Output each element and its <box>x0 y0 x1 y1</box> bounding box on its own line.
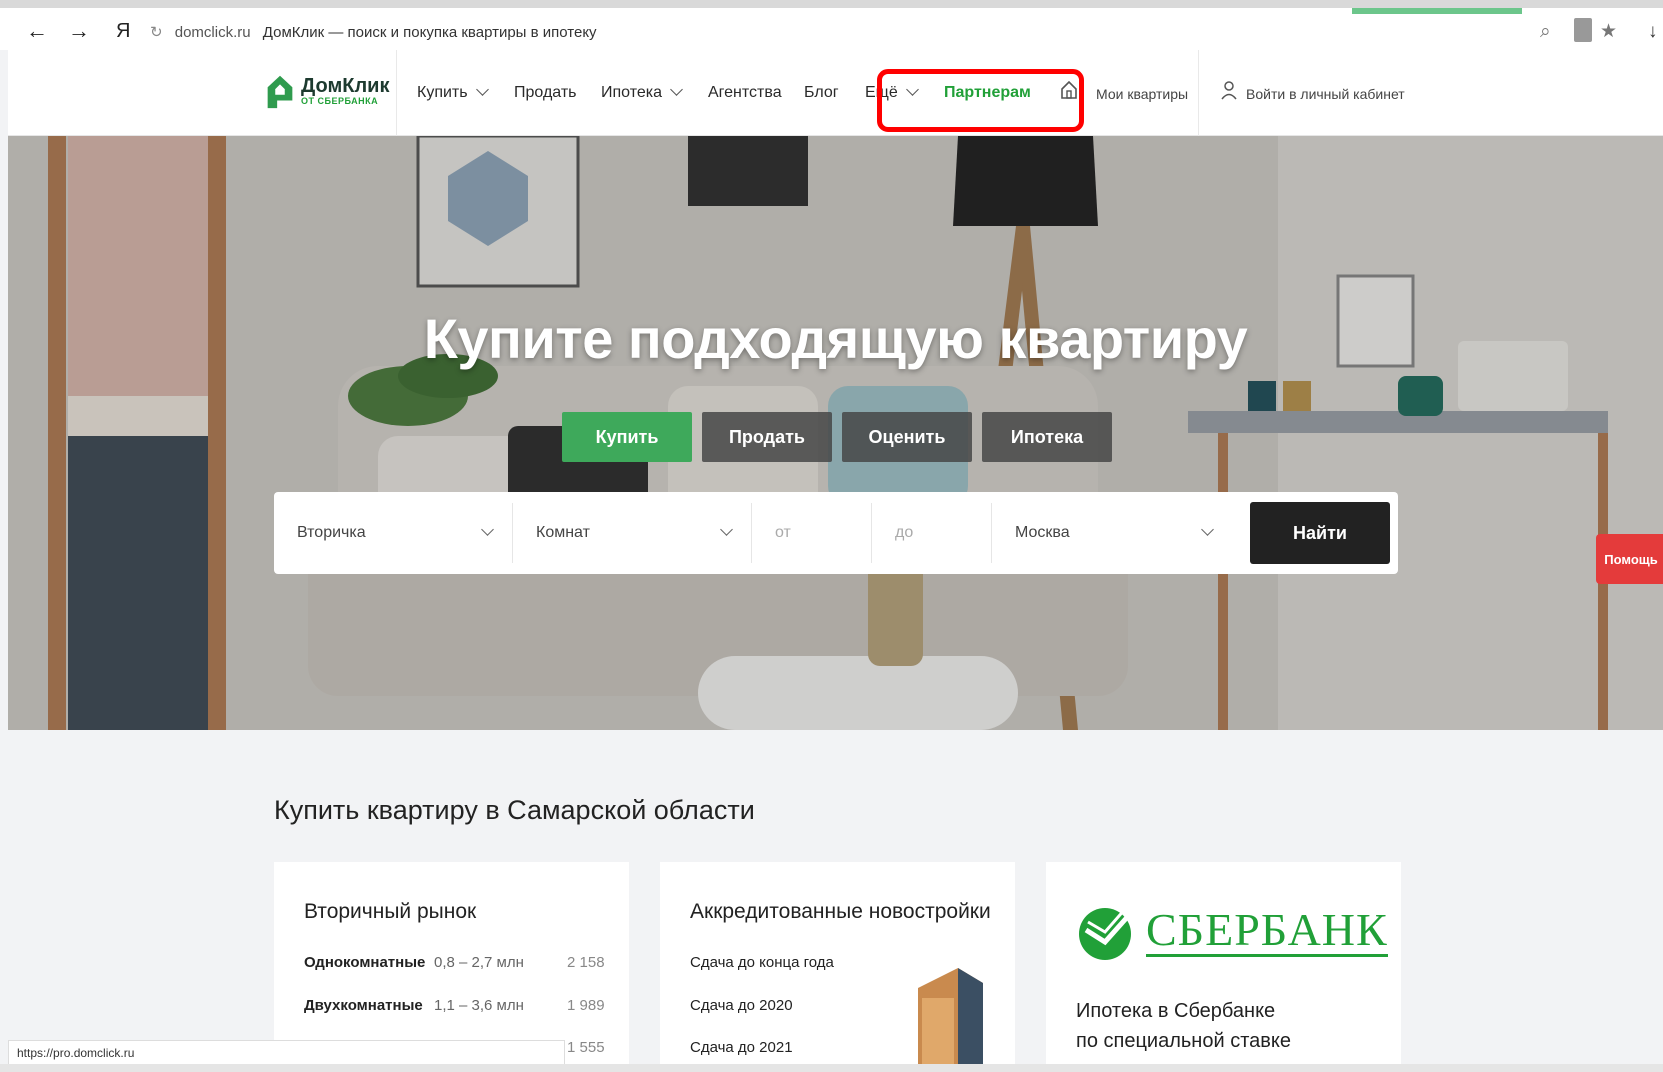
house-logo-icon <box>267 75 293 109</box>
chevron-down-icon <box>475 83 489 96</box>
chevron-down-icon <box>670 83 683 96</box>
chevron-down-icon <box>1201 523 1214 536</box>
card-title: Аккредитованные новостройки <box>690 900 991 923</box>
tab-sell[interactable]: Продать <box>702 412 832 462</box>
sberbank-logo: СБЕРБАНК <box>1078 900 1388 962</box>
row-count: 1 555 <box>567 1039 605 1056</box>
list-item[interactable]: Сдача до 2020 <box>690 997 793 1014</box>
header-divider <box>1198 50 1199 136</box>
nav-buy-label: Купить <box>417 84 468 101</box>
sberbank-promo-card[interactable]: СБЕРБАНК Ипотека в Сбербанке по специаль… <box>1046 862 1401 1072</box>
find-button[interactable]: Найти <box>1250 502 1390 564</box>
address-domain: domclick.ru <box>174 24 251 41</box>
row-label: Двухкомнатные <box>304 997 423 1014</box>
address-page-title: ДомКлик — поиск и покупка квартиры в ипо… <box>262 24 597 41</box>
download-icon[interactable]: ↓ <box>1648 20 1658 44</box>
taskbar-strip <box>0 1064 1663 1072</box>
address-bar[interactable]: ↻ domclick.ru ДомКлик — поиск и покупка … <box>150 20 1520 46</box>
row-count: 1 989 <box>567 997 605 1014</box>
search-page-icon[interactable]: ⌕ <box>1540 20 1551 44</box>
price-from-placeholder: от <box>775 524 791 541</box>
back-icon[interactable]: ← <box>26 18 48 44</box>
row-count: 2 158 <box>567 954 605 971</box>
city-value: Москва <box>1015 524 1070 541</box>
status-bar-url: https://pro.domclick.ru <box>8 1040 565 1066</box>
tab-mortgage[interactable]: Ипотека <box>982 412 1112 462</box>
lock-icon[interactable] <box>1574 18 1592 42</box>
promo-line-2: по специальной ставке <box>1076 1030 1291 1052</box>
star-icon[interactable]: ★ <box>1600 20 1617 44</box>
nav-sell[interactable]: Продать <box>514 82 577 104</box>
domclick-logo[interactable]: ДомКлик ОТ СБЕРБАНКА <box>265 72 389 110</box>
list-item[interactable]: Сдача до 2021 <box>690 1039 793 1056</box>
nav-mortgage-label: Ипотека <box>601 84 663 101</box>
price-from-input[interactable]: от <box>752 503 872 563</box>
logo-title: ДомКлик <box>301 75 390 97</box>
forward-icon[interactable]: → <box>68 18 90 44</box>
card-title: Вторичный рынок <box>304 900 477 923</box>
building-icon <box>918 968 983 1068</box>
sberbank-wordmark: СБЕРБАНК <box>1146 903 1388 957</box>
property-type-value: Вторичка <box>297 524 366 541</box>
row-label: Однокомнатные <box>304 954 426 971</box>
help-button[interactable]: Помощь <box>1596 534 1663 584</box>
nav-buy[interactable]: Купить <box>417 82 489 104</box>
promo-line-1: Ипотека в Сбербанке <box>1076 1000 1276 1022</box>
my-flats-link[interactable]: Мои квартиры <box>1096 83 1188 105</box>
row-range: 0,8 – 2,7 млн <box>434 954 524 971</box>
site-header: ДомКлик ОТ СБЕРБАНКА Купить Продать Ипот… <box>8 50 1663 136</box>
chevron-down-icon <box>481 523 494 536</box>
header-divider <box>396 50 397 136</box>
hero-banner: Купите подходящую квартиру Купить Продат… <box>8 136 1663 730</box>
nav-blog[interactable]: Блог <box>804 82 839 104</box>
price-to-input[interactable]: до <box>872 503 992 563</box>
sberbank-logo-icon <box>1079 907 1132 960</box>
new-buildings-card[interactable]: Аккредитованные новостройки Сдача до кон… <box>660 862 1015 1072</box>
yandex-icon[interactable]: Я <box>116 18 130 44</box>
list-item[interactable]: Однокомнатные 0,8 – 2,7 млн 2 158 <box>304 954 605 971</box>
tab-evaluate[interactable]: Оценить <box>842 412 972 462</box>
nav-mortgage[interactable]: Ипотека <box>601 82 683 104</box>
section-title: Купить квартиру в Самарской области <box>274 795 755 825</box>
active-tab-indicator <box>1352 8 1522 14</box>
user-icon[interactable] <box>1220 80 1238 107</box>
nav-agencies[interactable]: Агентства <box>708 82 782 104</box>
list-item[interactable]: Сдача до конца года <box>690 954 834 971</box>
list-item[interactable]: Двухкомнатные 1,1 – 3,6 млн 1 989 <box>304 997 605 1014</box>
city-select[interactable]: Москва <box>992 503 1232 563</box>
tab-buy[interactable]: Купить <box>562 412 692 462</box>
rooms-value: Комнат <box>536 524 590 541</box>
logo-subtitle: ОТ СБЕРБАНКА <box>301 96 379 106</box>
highlight-box <box>877 69 1084 132</box>
browser-toolbar: ← → Я ↻ domclick.ru ДомКлик — поиск и по… <box>0 0 1663 50</box>
row-range: 1,1 – 3,6 млн <box>434 997 524 1014</box>
login-link[interactable]: Войти в личный кабинет <box>1246 83 1405 105</box>
rooms-select[interactable]: Комнат <box>513 503 752 563</box>
hero-title: Купите подходящую квартиру <box>423 307 1248 370</box>
hero-tabs: Купить Продать Оценить Ипотека <box>562 412 1112 462</box>
chevron-down-icon <box>720 523 733 536</box>
property-type-select[interactable]: Вторичка <box>274 503 513 563</box>
search-bar: Вторичка Комнат от до Москва Найти <box>274 492 1398 574</box>
price-to-placeholder: до <box>895 524 914 541</box>
promo-text: Ипотека в Сбербанке по специальной ставк… <box>1076 996 1291 1056</box>
reload-icon[interactable]: ↻ <box>150 24 163 41</box>
